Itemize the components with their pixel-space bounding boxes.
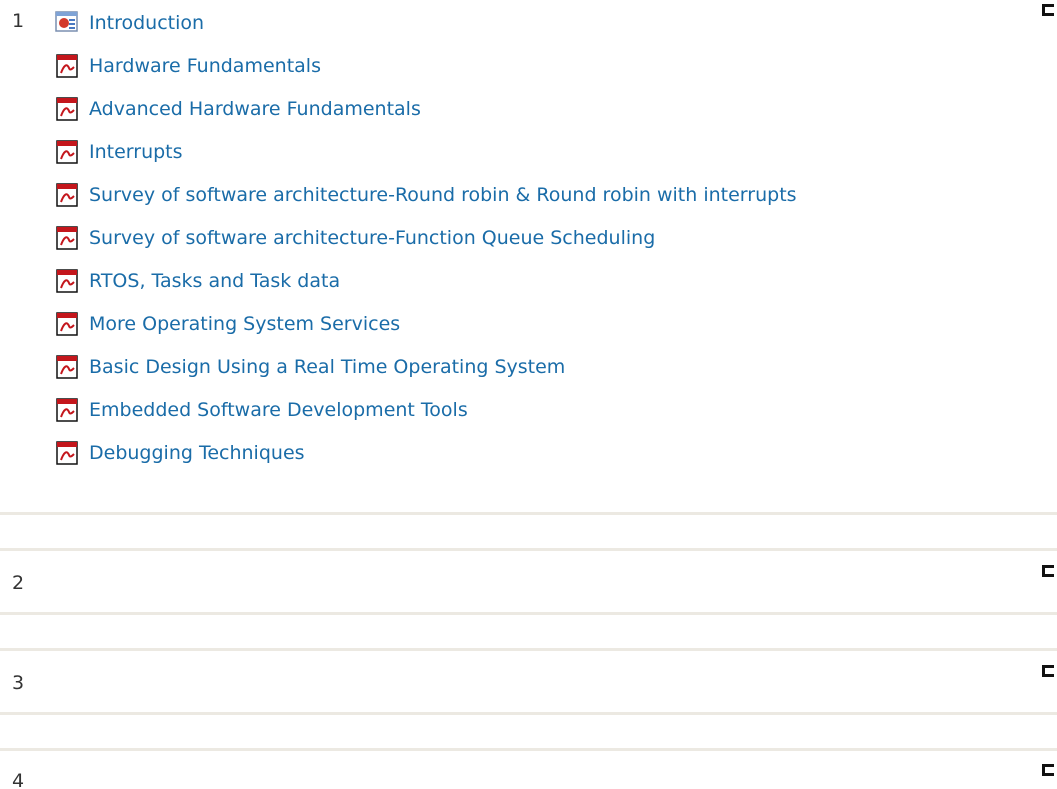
list-item: Basic Design Using a Real Time Operating… [55, 355, 797, 398]
resource-link-hardware-fundamentals[interactable]: Hardware Fundamentals [89, 54, 321, 78]
list-item: Debugging Techniques [55, 441, 797, 484]
section-divider [0, 612, 1057, 615]
list-item: Embedded Software Development Tools [55, 398, 797, 441]
pdf-icon [55, 97, 89, 121]
course-outline-page: 1 Introduction Hardware Fundamentals Adv… [0, 0, 1057, 789]
section-number-4: 4 [12, 770, 25, 789]
pdf-icon [55, 355, 89, 379]
resource-link-rtos-tasks[interactable]: RTOS, Tasks and Task data [89, 269, 340, 293]
section-1-resource-list: Introduction Hardware Fundamentals Advan… [55, 11, 797, 484]
pdf-icon [55, 269, 89, 293]
resource-link-interrupts[interactable]: Interrupts [89, 140, 183, 164]
list-item: More Operating System Services [55, 312, 797, 355]
resource-link-basic-design-rtos[interactable]: Basic Design Using a Real Time Operating… [89, 355, 565, 379]
resource-link-debugging-techniques[interactable]: Debugging Techniques [89, 441, 305, 465]
list-item: Hardware Fundamentals [55, 54, 797, 97]
section-2-checkbox[interactable] [1042, 565, 1054, 577]
pdf-icon [55, 441, 89, 465]
resource-link-introduction[interactable]: Introduction [89, 11, 204, 35]
section-divider [0, 748, 1057, 751]
section-number-1: 1 [12, 10, 25, 32]
pdf-icon [55, 312, 89, 336]
pdf-icon [55, 54, 89, 78]
list-item: RTOS, Tasks and Task data [55, 269, 797, 312]
list-item: Advanced Hardware Fundamentals [55, 97, 797, 140]
resource-link-embedded-dev-tools[interactable]: Embedded Software Development Tools [89, 398, 468, 422]
pdf-icon [55, 183, 89, 207]
section-number-3: 3 [12, 672, 25, 694]
pdf-icon [55, 398, 89, 422]
pdf-icon [55, 140, 89, 164]
section-4-checkbox[interactable] [1042, 764, 1054, 776]
resource-link-advanced-hardware-fundamentals[interactable]: Advanced Hardware Fundamentals [89, 97, 421, 121]
section-divider [0, 712, 1057, 715]
resource-link-round-robin[interactable]: Survey of software architecture-Round ro… [89, 183, 797, 207]
list-item: Survey of software architecture-Function… [55, 226, 797, 269]
section-1-checkbox[interactable] [1042, 4, 1054, 16]
section-number-2: 2 [12, 572, 25, 594]
powerpoint-icon [55, 11, 89, 35]
section-divider [0, 548, 1057, 551]
list-item: Survey of software architecture-Round ro… [55, 183, 797, 226]
section-3-checkbox[interactable] [1042, 665, 1054, 677]
section-divider [0, 648, 1057, 651]
pdf-icon [55, 226, 89, 250]
list-item: Introduction [55, 11, 797, 54]
section-divider [0, 512, 1057, 515]
list-item: Interrupts [55, 140, 797, 183]
resource-link-more-os-services[interactable]: More Operating System Services [89, 312, 400, 336]
resource-link-function-queue-scheduling[interactable]: Survey of software architecture-Function… [89, 226, 655, 250]
